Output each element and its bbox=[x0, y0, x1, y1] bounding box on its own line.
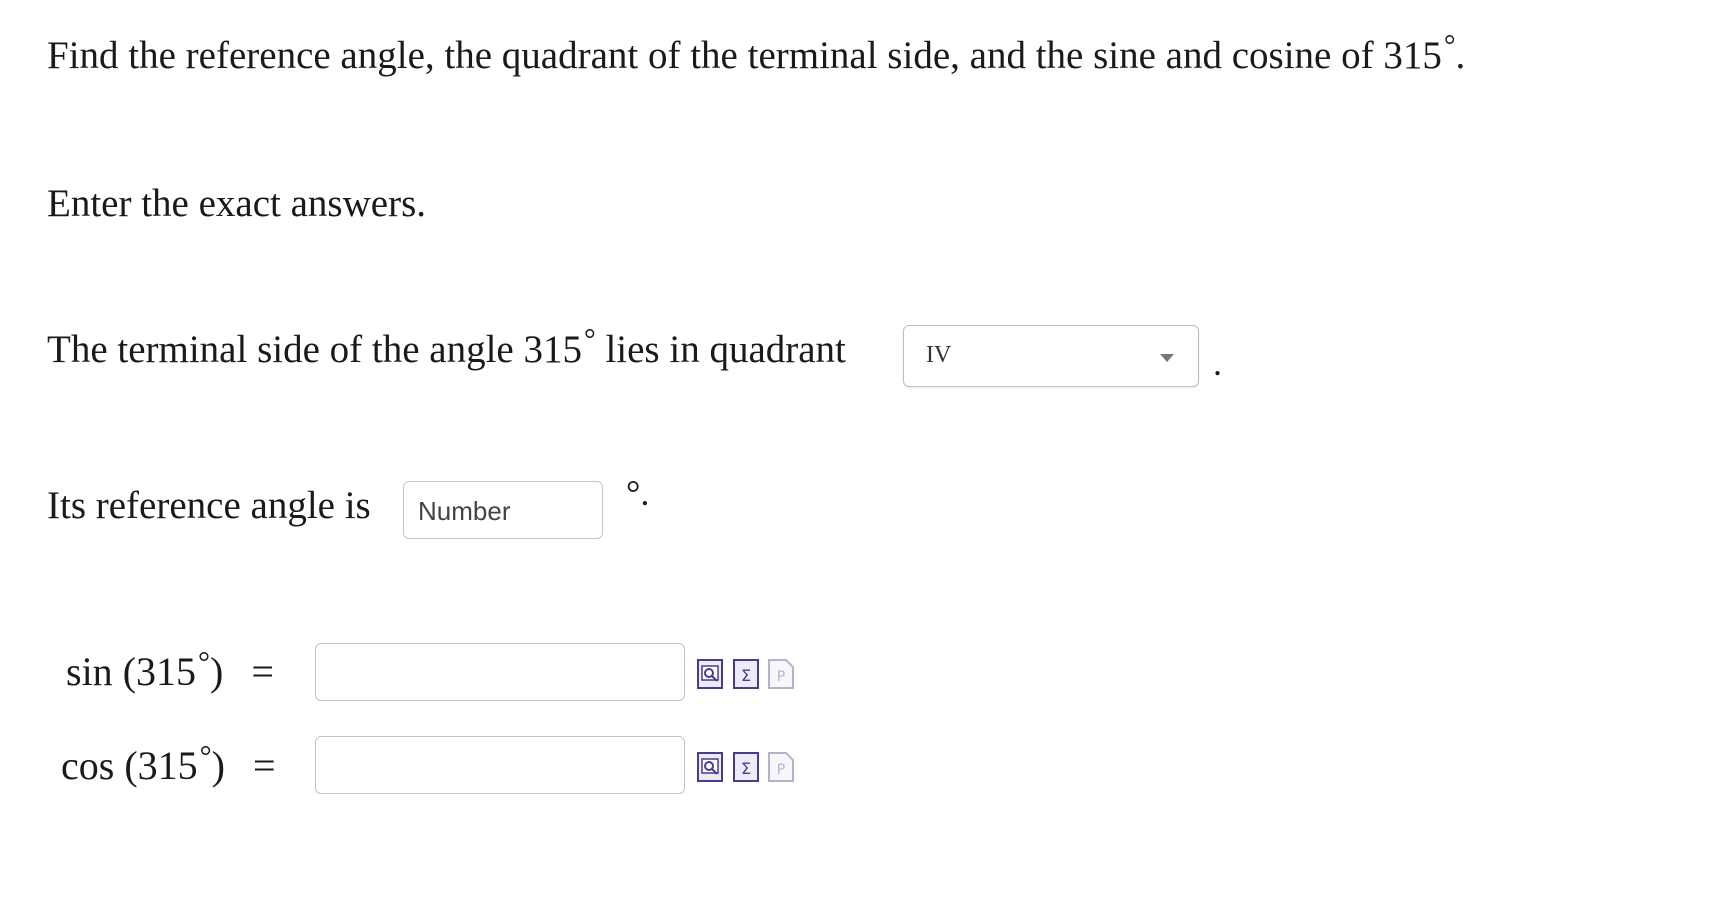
preview-icon[interactable] bbox=[697, 752, 723, 782]
svg-text:P: P bbox=[777, 762, 785, 778]
svg-text:Σ: Σ bbox=[741, 759, 751, 778]
quadrant-select[interactable]: IV bbox=[903, 325, 1199, 387]
answer-format-icon[interactable]: P bbox=[768, 752, 794, 782]
reference-angle-prompt: Its reference angle is bbox=[47, 484, 371, 527]
quadrant-selected-value: IV bbox=[926, 342, 952, 368]
quadrant-period: . bbox=[1213, 343, 1222, 383]
equation-editor-icon[interactable]: Σ bbox=[733, 659, 759, 689]
cos-label: cos (315°) = bbox=[61, 739, 276, 789]
equation-editor-icon[interactable]: Σ bbox=[733, 752, 759, 782]
sin-label: sin (315°) = bbox=[66, 645, 274, 695]
svg-text:P: P bbox=[777, 669, 785, 685]
quadrant-prompt: The terminal side of the angle 315° lies… bbox=[47, 323, 846, 371]
question-text: Find the reference angle, the quadrant o… bbox=[47, 29, 1466, 77]
reference-angle-unit: °. bbox=[626, 473, 650, 513]
reference-angle-input[interactable]: Number bbox=[403, 481, 603, 539]
chevron-down-icon bbox=[1160, 354, 1174, 362]
answer-format-icon[interactable]: P bbox=[768, 659, 794, 689]
sin-answer-input[interactable] bbox=[315, 643, 685, 701]
instruction-text: Enter the exact answers. bbox=[47, 182, 426, 225]
preview-icon[interactable] bbox=[697, 659, 723, 689]
svg-text:Σ: Σ bbox=[741, 666, 751, 685]
cos-answer-input[interactable] bbox=[315, 736, 685, 794]
